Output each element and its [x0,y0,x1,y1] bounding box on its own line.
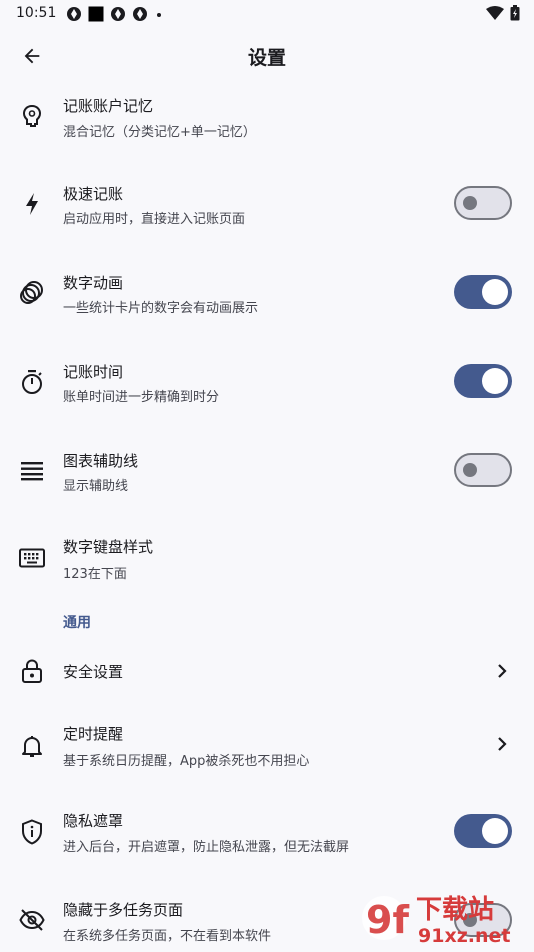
lightning-icon [18,190,46,218]
svg-text:9f: 9f [366,898,409,942]
battery-icon [510,5,520,21]
status-bar: 10:51 [0,0,534,28]
setting-title: 极速记账 [63,185,124,203]
setting-account-memory[interactable]: 记账账户记忆 混合记忆（分类记忆+单一记忆） [0,88,534,144]
watermark-logo: 9f 下载站 91xz.net [360,888,530,948]
toggle-knob [463,463,477,477]
setting-title: 隐私遮罩 [63,812,124,830]
svg-text:91xz.net: 91xz.net [418,925,510,947]
setting-subtitle: 混合记忆（分类记忆+单一记忆） [63,125,256,140]
notification-icons [66,6,164,22]
setting-title: 记账时间 [63,363,124,381]
svg-text:下载站: 下载站 [416,895,494,925]
chevron-right-icon[interactable] [492,734,512,754]
aperture-icon [133,7,147,21]
chart-gridlines-toggle[interactable] [454,453,512,487]
setting-subtitle: 123在下面 [63,567,127,582]
toggle-knob [482,368,508,394]
setting-subtitle: 显示辅助线 [63,479,129,494]
toggle-knob [463,196,477,210]
setting-keypad-style[interactable]: 数字键盘样式 123在下面 [0,531,534,587]
setting-title: 隐藏于多任务页面 [63,901,184,919]
setting-security[interactable]: 安全设置 [0,648,534,694]
setting-title: 数字键盘样式 [63,538,154,556]
setting-subtitle: 在系统多任务页面，不在看到本软件 [63,929,272,944]
toggle-knob [482,818,508,844]
brain-bulb-icon [18,102,46,130]
keyboard-icon [18,544,46,572]
setting-privacy-mask[interactable]: 隐私遮罩 进入后台，开启遮罩，防止隐私泄露，但无法截屏 [0,805,534,861]
setting-reminder[interactable]: 定时提醒 基于系统日历提醒，App被杀死也不用担心 [0,719,534,775]
aperture-icon [111,7,125,21]
page-title: 设置 [247,47,286,69]
bell-icon [18,732,46,760]
aperture-icon [67,7,81,21]
wifi-icon [486,6,504,20]
setting-quick-entry[interactable]: 极速记账 启动应用时，直接进入记账页面 [0,177,534,233]
eye-off-icon [18,906,46,934]
timer-icon [18,368,46,396]
setting-subtitle: 账单时间进一步精确到时分 [63,390,220,405]
entry-time-toggle[interactable] [454,364,512,398]
toggle-knob [482,279,508,305]
app-bar: 设置 [0,28,534,84]
number-animation-toggle[interactable] [454,275,512,309]
setting-subtitle: 启动应用时，直接进入记账页面 [63,212,246,227]
setting-subtitle: 一些统计卡片的数字会有动画展示 [63,301,259,316]
setting-entry-time[interactable]: 记账时间 账单时间进一步精确到时分 [0,355,534,411]
quick-entry-toggle[interactable] [454,186,512,220]
chevron-right-icon[interactable] [492,661,512,681]
animation-rings-icon [18,279,46,307]
lines-icon [18,457,46,485]
setting-chart-gridlines[interactable]: 图表辅助线 显示辅助线 [0,444,534,500]
setting-title: 安全设置 [63,663,124,681]
privacy-shield-icon [18,818,46,846]
setting-number-animation[interactable]: 数字动画 一些统计卡片的数字会有动画展示 [0,266,534,322]
privacy-mask-toggle[interactable] [454,814,512,848]
setting-subtitle: 进入后台，开启遮罩，防止隐私泄露，但无法截屏 [63,840,350,855]
setting-title: 数字动画 [63,274,124,292]
system-icons [486,5,520,21]
setting-title: 记账账户记忆 [63,97,154,115]
setting-title: 定时提醒 [63,725,124,743]
app-square-icon [88,6,104,22]
lock-icon [18,657,46,685]
section-header-general: 通用 [63,615,91,631]
status-time: 10:51 [16,5,57,21]
more-dot-icon [157,13,161,17]
setting-title: 图表辅助线 [63,452,139,470]
setting-subtitle: 基于系统日历提醒，App被杀死也不用担心 [63,754,310,769]
